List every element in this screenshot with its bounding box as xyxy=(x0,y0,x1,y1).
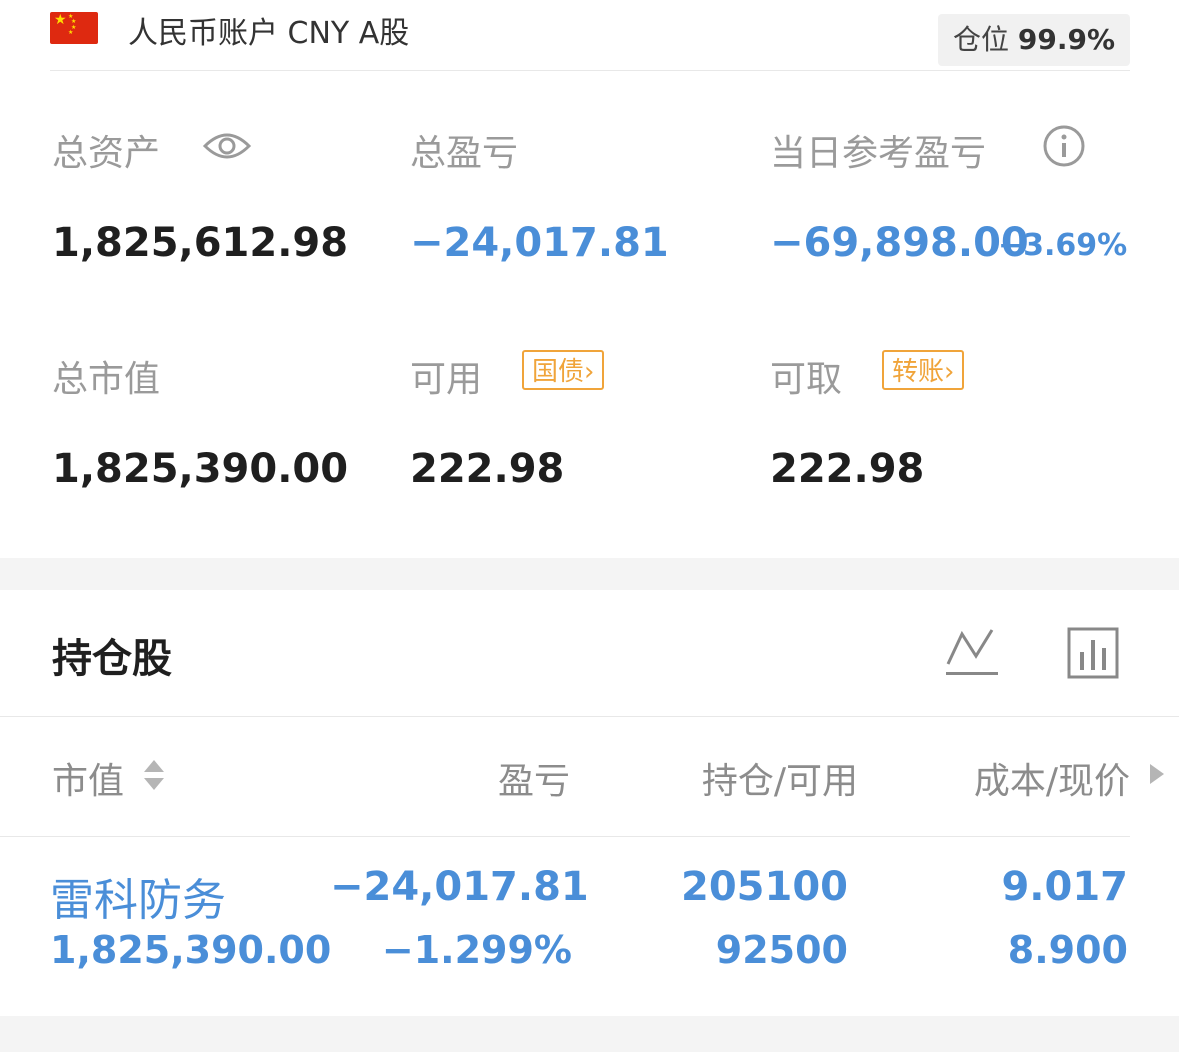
daily-pnl-value: −69,898.00 xyxy=(770,220,1029,266)
treasury-button[interactable]: 国债› xyxy=(522,350,605,390)
stock-market-value: 1,825,390.00 xyxy=(50,928,332,972)
section-separator xyxy=(0,558,1179,590)
section-separator xyxy=(0,1016,1179,1052)
stock-pnl: −24,017.81 xyxy=(330,864,589,910)
column-header-position[interactable]: 持仓/可用 xyxy=(620,752,858,804)
position-value: 99.9% xyxy=(1017,23,1116,56)
transfer-button[interactable]: 转账› xyxy=(882,350,965,390)
total-pnl-value: −24,017.81 xyxy=(410,220,669,266)
table-row[interactable]: 雷科防务 1,825,390.00 −24,017.81 −1.299% 205… xyxy=(0,836,1179,1016)
total-assets-label: 总资产 xyxy=(52,133,161,174)
line-chart-icon[interactable] xyxy=(944,624,1000,680)
divider xyxy=(50,70,1130,71)
treasury-label: 国债 xyxy=(532,357,585,387)
chevron-right-icon: › xyxy=(584,357,595,387)
chevron-right-icon[interactable] xyxy=(1146,762,1166,786)
column-header-cost-price[interactable]: 成本/现价 xyxy=(900,752,1130,804)
available-value: 222.98 xyxy=(410,446,565,492)
column-header-market-value[interactable]: 市值 xyxy=(52,752,124,804)
market-value-label: 总市值 xyxy=(52,359,161,400)
stock-price: 8.900 xyxy=(1007,928,1128,972)
stock-cost: 9.017 xyxy=(1001,864,1128,910)
info-icon[interactable] xyxy=(1042,124,1086,168)
position-badge[interactable]: 仓位 99.9% xyxy=(938,14,1130,66)
withdrawable-label: 可取 xyxy=(770,359,843,400)
divider xyxy=(0,716,1179,717)
position-label: 仓位 xyxy=(952,23,1009,56)
stock-name: 雷科防务 xyxy=(50,875,226,926)
market-value-value: 1,825,390.00 xyxy=(52,446,349,492)
total-assets-value: 1,825,612.98 xyxy=(52,220,349,266)
stock-position: 205100 xyxy=(681,864,848,910)
china-flag-icon: ★ ★ ★ ★ ★ xyxy=(50,12,98,44)
sort-icon[interactable] xyxy=(142,756,166,794)
daily-pnl-label: 当日参考盈亏 xyxy=(770,133,987,174)
withdrawable-value: 222.98 xyxy=(770,446,925,492)
stock-available: 92500 xyxy=(715,928,848,972)
transfer-label: 转账 xyxy=(892,357,945,387)
available-label: 可用 xyxy=(410,359,483,400)
chevron-right-icon: › xyxy=(944,357,955,387)
daily-pnl-percent: −3.69% xyxy=(998,228,1128,263)
total-pnl-label: 总盈亏 xyxy=(410,133,519,174)
bar-chart-icon[interactable] xyxy=(1066,626,1120,680)
eye-icon[interactable] xyxy=(202,126,252,166)
holdings-title: 持仓股 xyxy=(52,636,172,682)
account-title[interactable]: 人民币账户 CNY A股 xyxy=(128,8,409,52)
stock-pnl-percent: −1.299% xyxy=(381,928,572,972)
column-header-pnl[interactable]: 盈亏 xyxy=(370,752,570,804)
